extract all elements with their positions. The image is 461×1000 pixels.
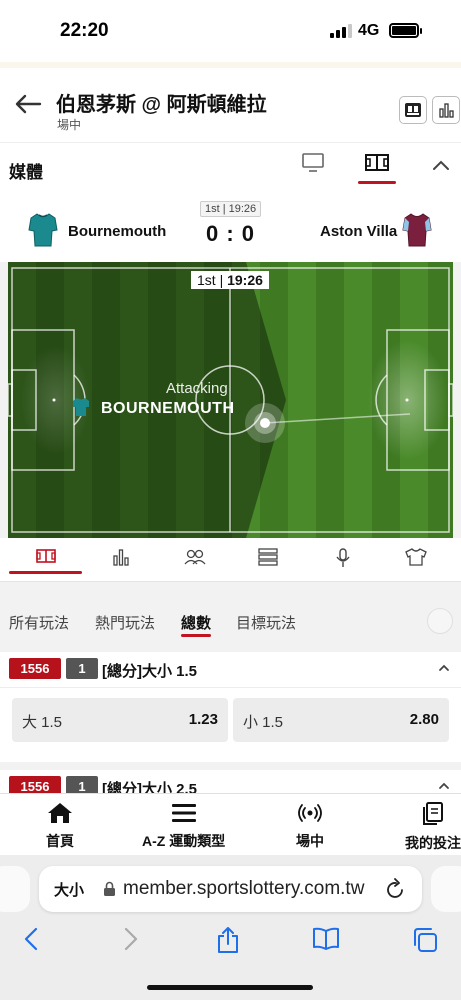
nav-live[interactable]: 場中 [296,802,324,851]
team-shirt-icon[interactable] [405,548,427,566]
nav-my-bets[interactable]: 我的投注 [405,802,461,853]
nav-home[interactable]: 首頁 [46,802,74,851]
tab-goal-plays[interactable]: 目標玩法 [236,612,296,633]
scoreboard-icon [405,103,421,117]
tabs-icon[interactable] [412,927,438,953]
my-bets-icon [423,802,443,825]
nav-az-sports[interactable]: A-Z 運動類型 [142,802,225,851]
home-icon [48,803,72,823]
status-bar: 22:20 4G [0,0,461,62]
tab-all-plays[interactable]: 所有玩法 [9,612,69,633]
home-team-name: Bournemouth [68,223,167,240]
battery-icon [389,23,422,38]
tv-icon[interactable] [302,153,324,173]
away-jersey-icon [402,213,432,247]
lineups-icon[interactable] [184,548,206,566]
nav-az-sports-label: A-Z 運動類型 [142,833,226,849]
media-section: 媒體 [0,142,461,192]
chevron-up-icon[interactable] [432,159,450,171]
browser-forward-icon[interactable] [124,927,138,951]
bottom-navigation: 首頁 A-Z 運動類型 場中 我的投注 [0,793,461,855]
next-tab-peek[interactable] [431,866,461,912]
page-header: 伯恩茅斯 @ 阿斯頓維拉 場中 [0,62,461,142]
market-selections: 大 1.5 1.23 小 1.5 2.80 [0,688,461,762]
pitch-status-text: Attacking [166,380,228,397]
home-indicator [147,985,313,990]
pitch-clock: 1st | 19:26 [191,271,269,289]
live-broadcast-icon [298,804,322,822]
menu-icon [171,804,196,822]
nav-live-label: 場中 [296,833,324,849]
market-count-badge: 1 [66,658,98,679]
more-options-button[interactable] [427,608,453,634]
period-badge: 1st | 19:26 [200,201,262,217]
lineup-button[interactable] [399,96,427,124]
media-label: 媒體 [9,163,43,182]
lock-icon [104,881,115,896]
stats-button[interactable] [432,96,460,124]
bet-tab-indicator [181,634,211,637]
timeline-list-icon[interactable] [258,548,278,566]
media-tab-indicator [358,181,396,184]
url-text: member.sportslottery.com.tw [123,878,365,899]
pitch-attacking-team: BOURNEMOUTH [101,400,235,417]
market-title: [總分]大小 1.5 [102,663,198,680]
bet-type-tabs: 所有玩法 熱門玩法 總數 目標玩法 [0,582,461,652]
away-team-name: Aston Villa [320,223,398,240]
browser-back-icon[interactable] [24,927,38,951]
home-jersey-icon [28,213,58,247]
address-bar[interactable]: 大小 member.sportslottery.com.tw [39,866,422,912]
commentary-microphone-icon[interactable] [335,548,351,568]
chevron-up-icon[interactable] [438,664,450,672]
statistics-icon[interactable] [112,548,130,566]
selection-name: 大 1.5 [22,714,63,731]
match-tracker-pitch: 1st | 19:26 Attacking BOURNEMOUTH [8,262,453,538]
signal-icon [330,24,352,38]
selection-price: 2.80 [409,711,439,728]
share-icon[interactable] [217,927,239,953]
selection-price: 1.23 [188,711,218,728]
reload-icon[interactable] [386,878,406,900]
page-title: 伯恩茅斯 @ 阿斯頓維拉 [56,94,267,116]
chevron-up-icon[interactable] [438,782,450,790]
pitch-view-icon[interactable] [36,548,56,564]
scrolled-tab-strip [0,62,461,68]
tracker-tabs [0,538,461,582]
tab-popular-plays[interactable]: 熱門玩法 [95,612,155,633]
odds-button-under[interactable]: 小 1.5 2.80 [233,698,449,742]
bookmarks-icon[interactable] [312,927,340,951]
selection-name: 小 1.5 [243,714,284,731]
browser-toolbar: 大小 member.sportslottery.com.tw [0,855,461,1000]
market-code-badge: 1556 [9,658,61,679]
market-header[interactable]: 1556 1 [總分]大小 1.5 [0,652,461,688]
text-size-button[interactable]: 大小 [54,879,84,900]
status-time: 22:20 [60,20,109,41]
tab-totals[interactable]: 總數 [181,612,211,633]
nav-my-bets-label: 我的投注 [405,835,461,851]
scoreboard: Bournemouth 1st | 19:26 0 : 0 Aston Vill… [0,192,461,262]
pitch-tracker-icon[interactable] [365,153,389,173]
previous-tab-peek[interactable] [0,866,30,912]
odds-button-over[interactable]: 大 1.5 1.23 [12,698,228,742]
match-score: 0 : 0 [206,221,256,246]
page-subtitle: 場中 [57,118,82,132]
ball-marker [260,418,270,428]
nav-home-label: 首頁 [46,833,74,849]
tracker-tab-indicator [9,571,82,574]
back-arrow-icon[interactable] [14,94,42,114]
bar-chart-icon [439,103,454,118]
network-type: 4G [358,22,380,39]
